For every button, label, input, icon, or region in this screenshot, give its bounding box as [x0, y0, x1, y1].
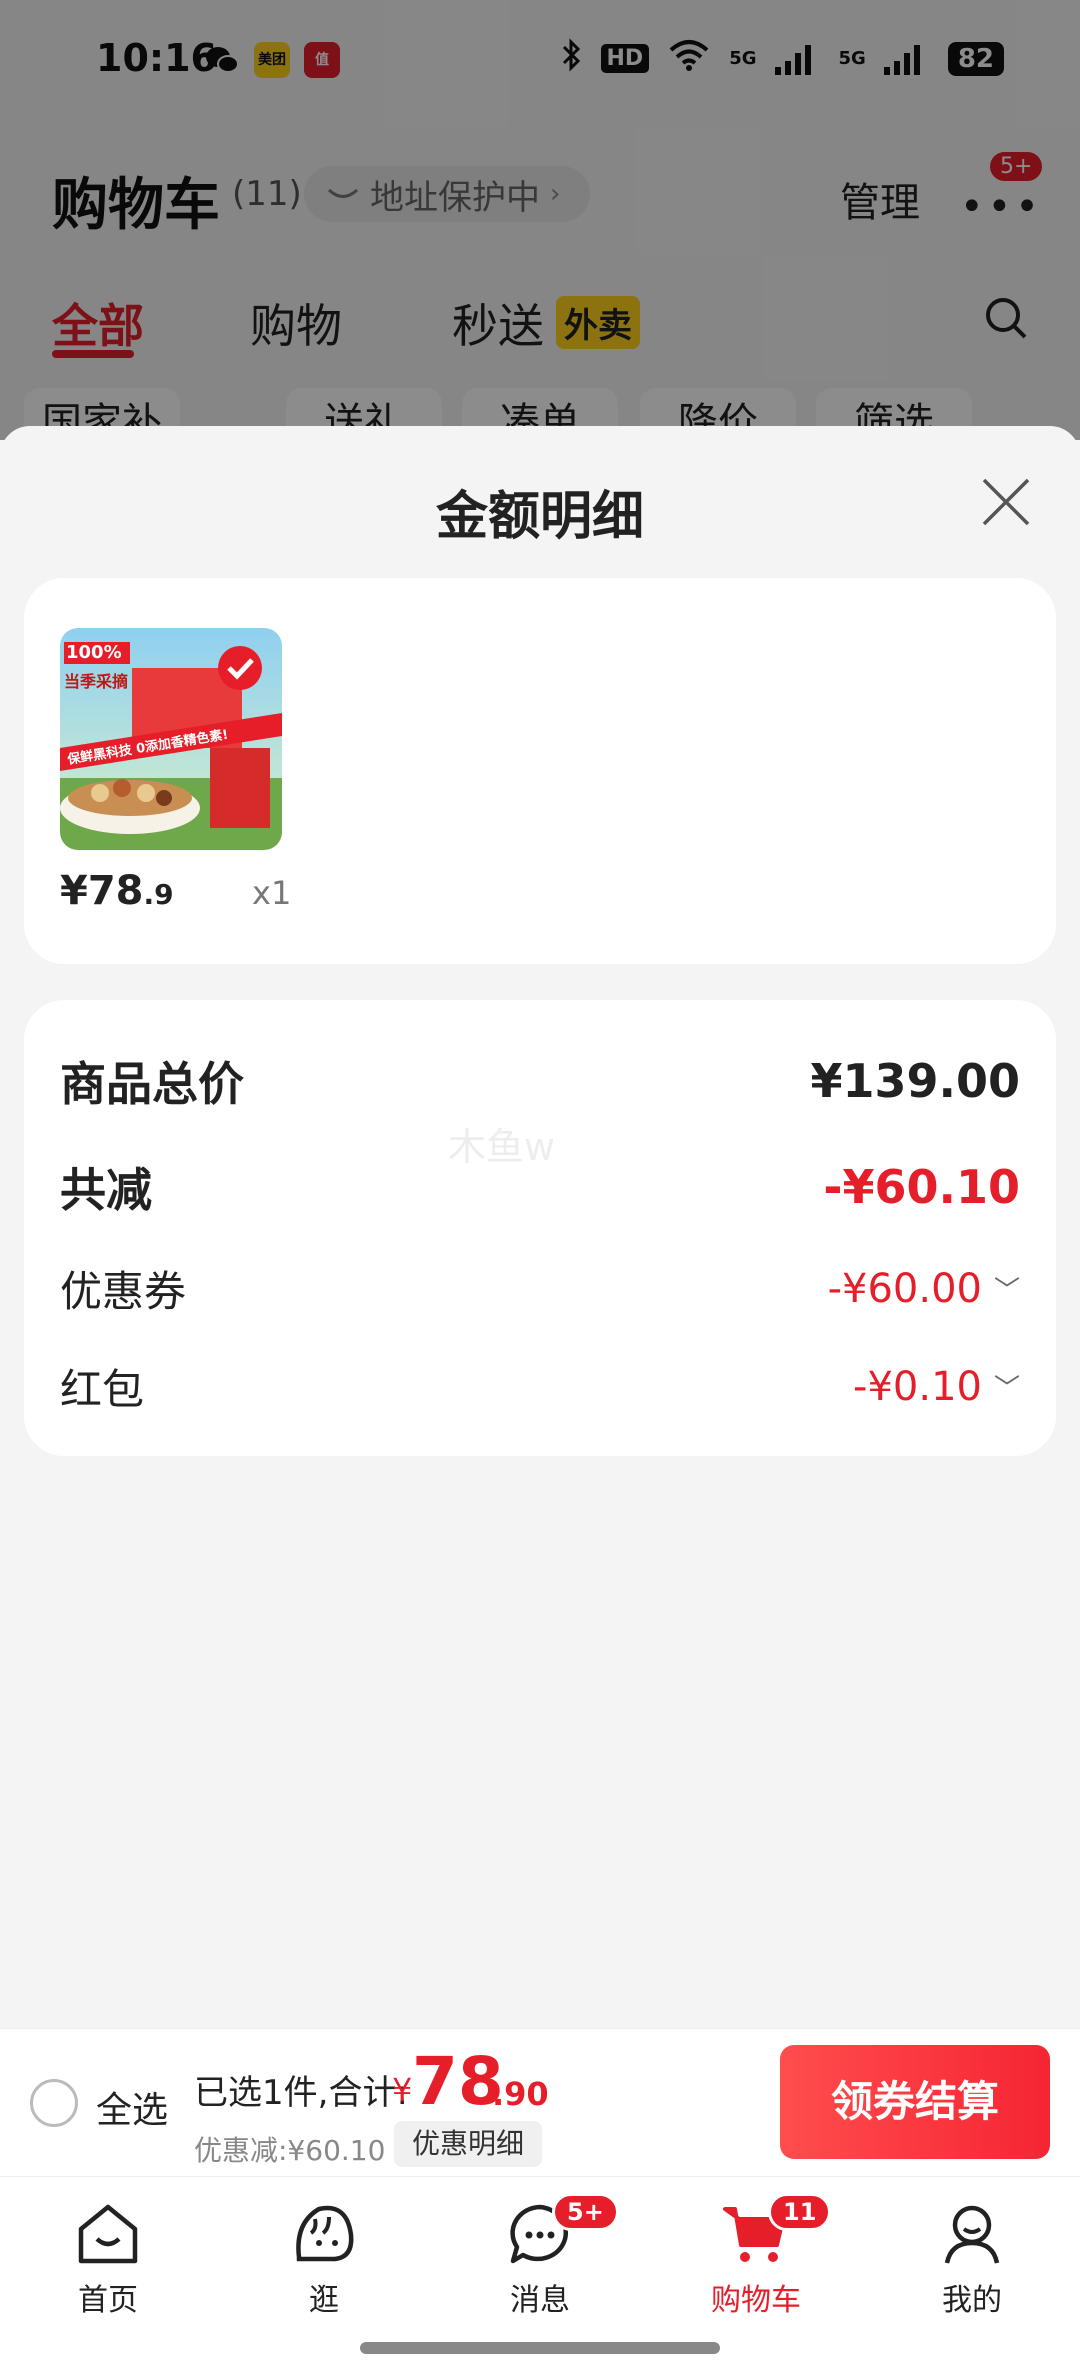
chevron-down-icon[interactable]: ﹀: [994, 1368, 1020, 1405]
select-all-checkbox[interactable]: [30, 2079, 78, 2127]
product-quantity: x1: [252, 874, 292, 912]
home-icon: [78, 2204, 138, 2264]
nav-label-home: 首页: [78, 2283, 138, 2318]
product-card: 100% 当季采摘 保鲜黑科技 0添加香精色素! ¥78.9 x1: [24, 578, 1056, 964]
coupon-label: 优惠券: [60, 1267, 187, 1316]
total-price-value: ¥139.00: [810, 1054, 1020, 1108]
explore-icon: [296, 2205, 354, 2262]
red-packet-label: 红包: [60, 1365, 145, 1414]
product-price-dec: .9: [143, 878, 174, 911]
total-price-label: 商品总价: [60, 1057, 244, 1111]
checkout-button[interactable]: 领券结算: [780, 2045, 1050, 2159]
total-reduction-label: 共减: [60, 1163, 152, 1217]
amount-detail-sheet: 金额明细 100% 当季采摘 保鲜黑科技 0添加香精色素! ¥78.9 x1 商…: [0, 426, 1080, 2030]
home-indicator[interactable]: [360, 2342, 720, 2354]
total-reduction-value: -¥60.10: [823, 1160, 1020, 1214]
selected-summary: 已选1件,合计:: [194, 2073, 408, 2113]
nav-item-explore[interactable]: 逛: [254, 2199, 394, 2319]
discount-detail-button[interactable]: 优惠明细: [394, 2121, 543, 2167]
nav-label-cart: 购物车: [711, 2283, 801, 2318]
close-icon[interactable]: [976, 472, 1036, 532]
total-price-row: 商品总价 ¥139.00: [60, 1048, 1020, 1114]
nav-item-messages[interactable]: 消息 5+: [470, 2193, 619, 2319]
total-amount-dec: .90: [492, 2075, 549, 2113]
modal-overlay[interactable]: [0, 0, 1080, 440]
product-image[interactable]: 100% 当季采摘 保鲜黑科技 0添加香精色素!: [60, 628, 282, 850]
profile-icon: [944, 2205, 1000, 2264]
product-price-int: ¥78: [60, 868, 144, 914]
sheet-title: 金额明细: [435, 487, 644, 547]
nav-label-messages: 消息: [510, 2283, 570, 2318]
nav-item-profile[interactable]: 我的: [902, 2199, 1042, 2319]
product-image-text: 当季采摘: [64, 672, 129, 691]
product-price: ¥78.9: [60, 868, 174, 914]
price-summary-card: 商品总价 ¥139.00 木鱼w 共减 -¥60.10 优惠券 -¥60.00 ﹀…: [24, 1000, 1056, 1456]
coupon-value: -¥60.00: [827, 1265, 982, 1312]
total-amount-int: 78: [412, 2043, 504, 2120]
cart-badge: 11: [768, 2193, 832, 2231]
red-packet-value: -¥0.10: [853, 1363, 982, 1410]
chevron-down-icon[interactable]: ﹀: [994, 1270, 1020, 1307]
checkout-bar: 全选 已选1件,合计: ¥ 78 .90 优惠减:¥60.10 优惠明细 领券结…: [0, 2028, 1080, 2176]
coupon-row[interactable]: 优惠券 -¥60.00 ﹀: [60, 1258, 1020, 1319]
red-packet-row[interactable]: 红包 -¥0.10 ﹀: [60, 1356, 1020, 1417]
nav-label-profile: 我的: [942, 2283, 1002, 2318]
nav-item-cart[interactable]: 购物车 11: [686, 2193, 832, 2319]
messages-badge: 5+: [552, 2193, 619, 2231]
total-currency-symbol: ¥: [392, 2071, 413, 2109]
select-all-label[interactable]: 全选: [96, 2081, 168, 2133]
discount-summary: 优惠减:¥60.10: [194, 2134, 386, 2167]
total-reduction-row: 共减 -¥60.10: [60, 1154, 1020, 1220]
nav-label-explore: 逛: [309, 2283, 339, 2318]
product-image-badge: 100%: [66, 642, 122, 663]
nav-item-home[interactable]: 首页: [38, 2199, 178, 2319]
